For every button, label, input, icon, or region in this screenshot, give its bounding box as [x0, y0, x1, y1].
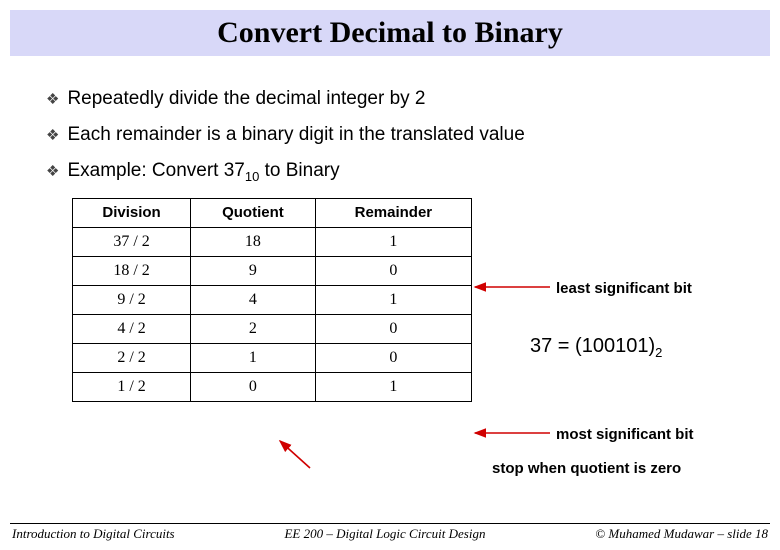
cell-quotient: 18: [191, 227, 316, 256]
division-table: Division Quotient Remainder 37 / 2 18 1 …: [72, 198, 472, 402]
bullet-1-text: Repeatedly divide the decimal integer by…: [67, 88, 425, 110]
title-bar: Convert Decimal to Binary: [10, 10, 770, 56]
cell-remainder: 1: [315, 372, 471, 401]
cell-remainder: 0: [315, 314, 471, 343]
bullet-2-text: Each remainder is a binary digit in the …: [67, 124, 524, 146]
cell-quotient: 0: [191, 372, 316, 401]
table-row: 1 / 2 0 1: [73, 372, 472, 401]
annotation-stop: stop when quotient is zero: [492, 460, 681, 477]
bullet-3-pre: Example: Convert 37: [67, 160, 244, 181]
division-table-wrap: Division Quotient Remainder 37 / 2 18 1 …: [72, 198, 734, 402]
result-sub: 2: [655, 345, 662, 360]
arrow-stop-icon: [280, 441, 310, 468]
diamond-icon: ❖: [46, 90, 59, 108]
cell-remainder: 0: [315, 256, 471, 285]
cell-division: 4 / 2: [73, 314, 191, 343]
bullet-3-post: to Binary: [259, 160, 339, 181]
slide-title: Convert Decimal to Binary: [10, 16, 770, 50]
cell-remainder: 1: [315, 227, 471, 256]
cell-remainder: 0: [315, 343, 471, 372]
cell-quotient: 4: [191, 285, 316, 314]
bullet-2: ❖ Each remainder is a binary digit in th…: [46, 124, 734, 146]
cell-remainder: 1: [315, 285, 471, 314]
footer: Introduction to Digital Circuits EE 200 …: [0, 520, 780, 548]
table-row: 2 / 2 1 0: [73, 343, 472, 372]
cell-division: 37 / 2: [73, 227, 191, 256]
content-area: ❖ Repeatedly divide the decimal integer …: [0, 56, 780, 402]
table-header-row: Division Quotient Remainder: [73, 198, 472, 227]
annotation-result: 37 = (100101)2: [530, 335, 662, 360]
cell-division: 2 / 2: [73, 343, 191, 372]
cell-quotient: 1: [191, 343, 316, 372]
cell-quotient: 9: [191, 256, 316, 285]
cell-quotient: 2: [191, 314, 316, 343]
bullet-3-sub: 10: [245, 169, 259, 184]
diamond-icon: ❖: [46, 162, 59, 180]
bullet-3-text: Example: Convert 3710 to Binary: [67, 160, 339, 184]
header-division: Division: [73, 198, 191, 227]
table-row: 18 / 2 9 0: [73, 256, 472, 285]
cell-division: 9 / 2: [73, 285, 191, 314]
table-row: 4 / 2 2 0: [73, 314, 472, 343]
cell-division: 1 / 2: [73, 372, 191, 401]
header-quotient: Quotient: [191, 198, 316, 227]
result-text: 37 = (100101): [530, 335, 655, 357]
bullet-3: ❖ Example: Convert 3710 to Binary: [46, 160, 734, 184]
table-row: 9 / 2 4 1: [73, 285, 472, 314]
header-remainder: Remainder: [315, 198, 471, 227]
annotation-msb: most significant bit: [556, 426, 694, 443]
cell-division: 18 / 2: [73, 256, 191, 285]
diamond-icon: ❖: [46, 126, 59, 144]
annotation-lsb: least significant bit: [556, 280, 692, 297]
bullet-1: ❖ Repeatedly divide the decimal integer …: [46, 88, 734, 110]
table-row: 37 / 2 18 1: [73, 227, 472, 256]
